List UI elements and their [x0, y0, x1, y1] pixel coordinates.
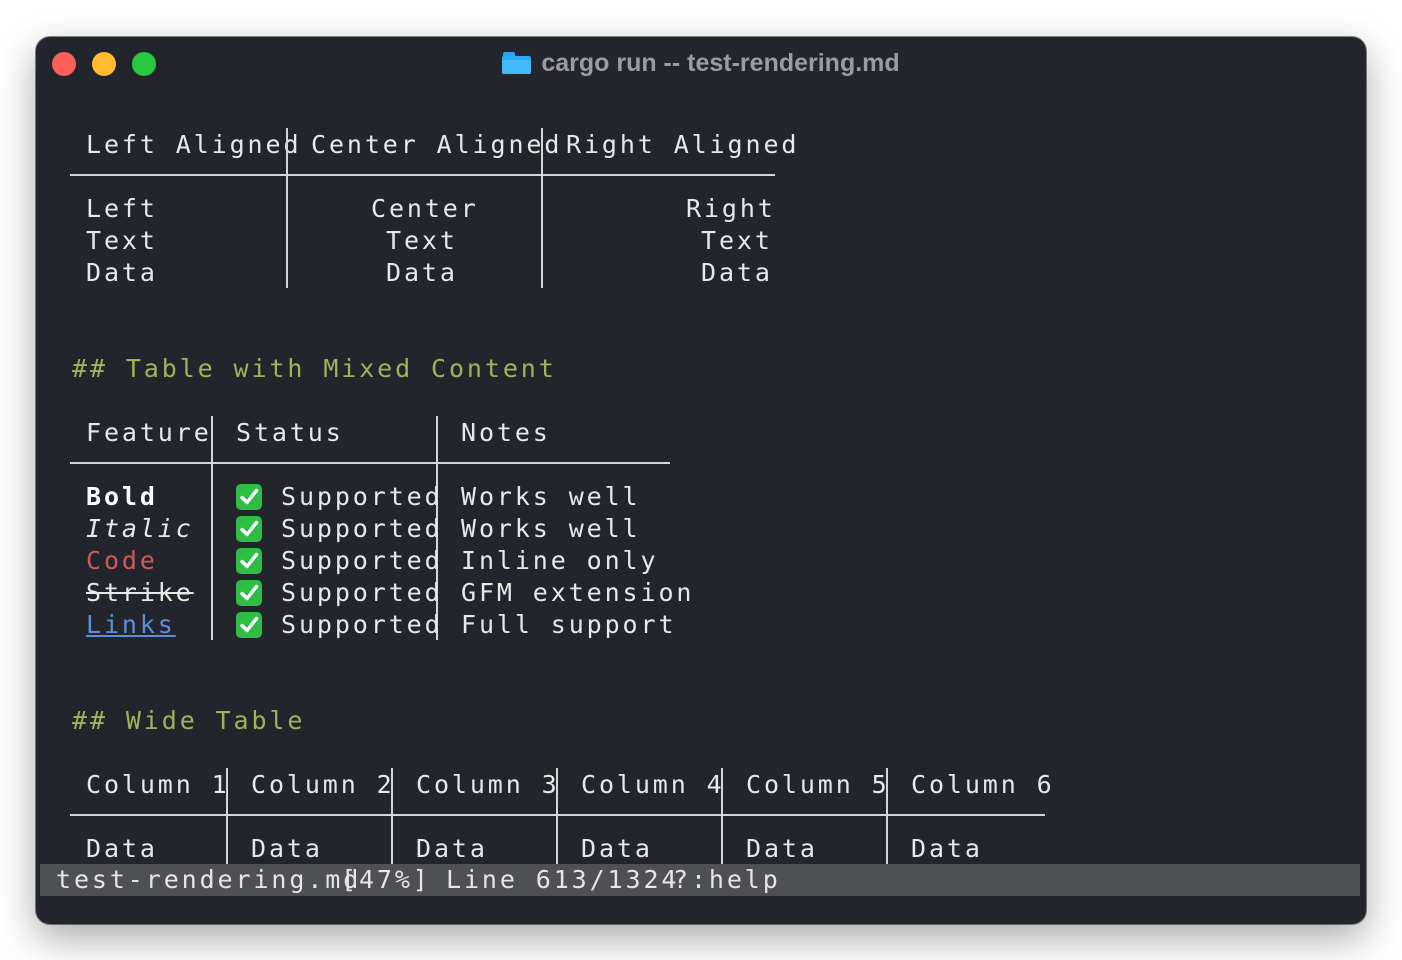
table-header: Left Aligned: [86, 130, 302, 159]
table-cell-bold: Bold: [86, 482, 158, 511]
table-header: Right Aligned: [566, 130, 800, 159]
table-header: Status: [236, 418, 344, 447]
table-cell-code: Code: [86, 546, 158, 575]
table-cell: Left: [86, 194, 158, 223]
notes-text: Works well: [461, 482, 641, 511]
check-icon: [236, 548, 262, 574]
check-icon: [236, 580, 262, 606]
status-percent: [47%]: [341, 865, 431, 894]
notes-text: Works well: [461, 514, 641, 543]
table-header: Column 4: [581, 770, 725, 799]
status-help: ?:help: [673, 865, 781, 894]
table-cell: Right: [686, 194, 776, 223]
table-cell: Text: [86, 226, 158, 255]
header-separator: [70, 814, 1045, 816]
status-text: Supported: [281, 514, 443, 543]
column-divider: [541, 128, 543, 288]
column-divider: [211, 416, 213, 640]
header-separator: [70, 462, 670, 464]
header-separator: [70, 174, 775, 176]
table-cell: Data: [581, 834, 653, 863]
table-cell: Data: [701, 258, 773, 287]
table-cell-link[interactable]: Links: [86, 610, 176, 640]
table-cell: Text: [701, 226, 773, 255]
status-line: Line 613/1324: [446, 865, 680, 894]
terminal-content: Left Aligned Center Aligned Right Aligne…: [36, 37, 1366, 924]
table-cell-strike: Strike: [86, 578, 194, 607]
check-icon: [236, 612, 262, 638]
section-heading: ## Wide Table: [72, 706, 306, 735]
table-cell: Center: [371, 194, 479, 223]
table-cell: Data: [86, 834, 158, 863]
table-cell: Data: [911, 834, 983, 863]
table-header: Column 6: [911, 770, 1055, 799]
table-cell: Data: [251, 834, 323, 863]
check-icon: [236, 484, 262, 510]
status-text: Supported: [281, 482, 443, 511]
terminal-window: cargo run -- test-rendering.md Left Alig…: [36, 37, 1366, 924]
table-cell: Data: [746, 834, 818, 863]
table-header: Column 2: [251, 770, 395, 799]
status-filename: test-rendering.md: [56, 865, 362, 894]
table-cell-italic: Italic: [86, 514, 194, 543]
table-cell: Data: [416, 834, 488, 863]
column-divider: [556, 768, 558, 864]
table-cell: Data: [386, 258, 458, 287]
notes-text: Full support: [461, 610, 677, 639]
notes-text: Inline only: [461, 546, 659, 575]
table-header: Column 5: [746, 770, 890, 799]
table-cell: Text: [386, 226, 458, 255]
table-header: Column 1: [86, 770, 230, 799]
section-heading: ## Table with Mixed Content: [72, 354, 557, 383]
check-icon: [236, 516, 262, 542]
column-divider: [286, 128, 288, 288]
notes-text: GFM extension: [461, 578, 695, 607]
table-header: Notes: [461, 418, 551, 447]
status-text: Supported: [281, 610, 443, 639]
status-bar: test-rendering.md [47%] Line 613/1324 ?:…: [40, 864, 1360, 896]
status-text: Supported: [281, 578, 443, 607]
column-divider: [721, 768, 723, 864]
table-header: Column 3: [416, 770, 560, 799]
table-header: Feature: [86, 418, 212, 447]
table-header: Center Aligned: [311, 130, 563, 159]
column-divider: [886, 768, 888, 864]
column-divider: [391, 768, 393, 864]
status-text: Supported: [281, 546, 443, 575]
table-cell: Data: [86, 258, 158, 287]
column-divider: [226, 768, 228, 864]
